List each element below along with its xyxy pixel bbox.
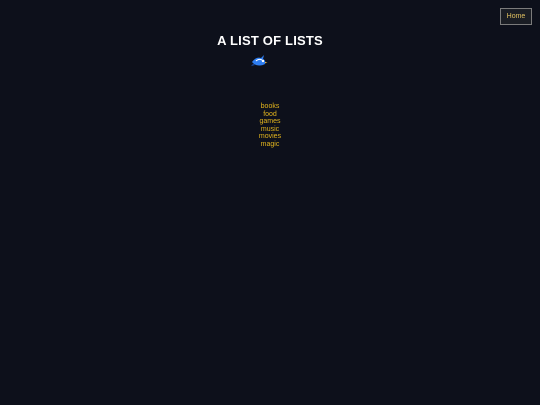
list-item: magic — [0, 141, 540, 149]
list-menu: books food games music movies magic — [0, 103, 540, 148]
food-link[interactable]: food — [263, 111, 277, 118]
music-link[interactable]: music — [261, 126, 279, 133]
books-link[interactable]: books — [261, 103, 280, 110]
list-item: music — [0, 126, 540, 134]
list-item: games — [0, 118, 540, 126]
magic-link[interactable]: magic — [261, 141, 280, 148]
list-item: movies — [0, 133, 540, 141]
home-button[interactable]: Home — [500, 8, 532, 25]
bird-icon — [251, 55, 268, 66]
page-title: A LIST OF LISTS — [217, 33, 323, 48]
games-link[interactable]: games — [259, 118, 280, 125]
list-item: food — [0, 111, 540, 119]
list-item: books — [0, 103, 540, 111]
page: Home A LIST OF LISTS books food games mu… — [0, 0, 540, 405]
movies-link[interactable]: movies — [259, 133, 281, 140]
